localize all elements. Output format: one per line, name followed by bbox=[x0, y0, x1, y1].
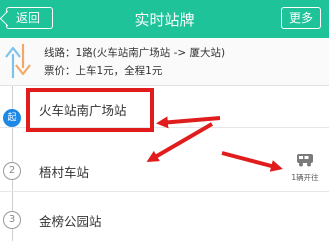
stop-name: 金榜公园站 bbox=[39, 214, 102, 229]
bus-arrival-info[interactable]: 1辆开往 bbox=[283, 152, 327, 183]
more-button[interactable]: 更多 bbox=[281, 7, 321, 29]
bus-count-label: 1辆开往 bbox=[291, 173, 319, 182]
stop-row[interactable]: 3 金榜公园站 bbox=[0, 199, 329, 241]
stop-name: 梧村车站 bbox=[39, 165, 90, 180]
annotation-highlight-box bbox=[26, 88, 154, 132]
route-fare-text: 票价：上车1元，全程1元 bbox=[44, 65, 163, 77]
bus-icon bbox=[297, 154, 313, 167]
stop-row[interactable]: 2 梧村车站 bbox=[0, 150, 329, 192]
stop-number-marker: 2 bbox=[3, 162, 21, 180]
route-info-panel: 线路：1路(火车站南广场站 -> 厦大站) 票价：上车1元，全程1元 bbox=[0, 38, 329, 86]
page-title: 实时站牌 bbox=[134, 11, 195, 29]
title-bar: 返回 实时站牌 更多 bbox=[0, 0, 329, 38]
stop-number-marker: 3 bbox=[3, 211, 21, 229]
route-line-text: 线路：1路(火车站南广场站 -> 厦大站) bbox=[44, 47, 226, 59]
start-marker: 起 bbox=[3, 109, 21, 127]
swap-direction-icon[interactable] bbox=[2, 40, 36, 84]
